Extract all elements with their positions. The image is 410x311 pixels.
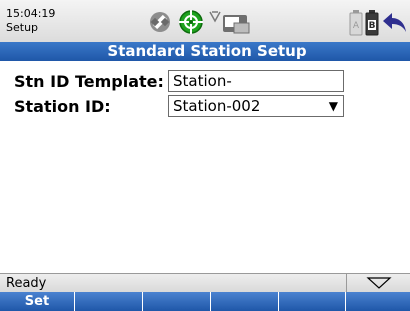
satellite-icon[interactable] (148, 10, 172, 34)
gnss-target-icon[interactable] (178, 9, 204, 35)
stn-id-template-value: Station- (173, 72, 232, 90)
svg-text:A: A (353, 21, 360, 31)
chevron-down-icon: ▼ (328, 99, 338, 113)
page-title: Standard Station Setup (0, 42, 410, 61)
top-status-bar: 15:04:19 Setup A B (0, 0, 410, 42)
softkey-4[interactable] (211, 292, 279, 311)
softkey-5[interactable] (279, 292, 346, 311)
softkey-2[interactable] (75, 292, 143, 311)
battery-a-icon: A (349, 10, 363, 36)
screen: 15:04:19 Setup A B Standard Station Setu… (0, 0, 410, 311)
app-name: Setup (6, 21, 39, 34)
stn-id-template-label: Stn ID Template: (14, 72, 164, 91)
back-arrow-icon[interactable] (382, 11, 408, 35)
softkey-3[interactable] (143, 292, 211, 311)
clock: 15:04:19 (6, 7, 56, 20)
status-text: Ready (6, 276, 47, 291)
stn-id-template-input[interactable]: Station- (168, 70, 344, 92)
softkey-set[interactable]: Set (0, 292, 75, 311)
station-id-label: Station ID: (14, 97, 111, 116)
softkey-bar: Set (0, 292, 410, 311)
radio-link-icon[interactable] (208, 8, 222, 23)
status-line: Ready (0, 273, 410, 292)
softkey-6[interactable] (346, 292, 410, 311)
battery-b-icon: B (365, 10, 379, 36)
expand-triangle-icon (366, 277, 392, 289)
svg-text:B: B (369, 21, 376, 31)
controller-icon[interactable] (222, 14, 250, 34)
station-id-value: Station-002 (173, 97, 261, 115)
station-id-dropdown[interactable]: Station-002 ▼ (168, 95, 344, 117)
expand-button[interactable] (346, 274, 410, 292)
